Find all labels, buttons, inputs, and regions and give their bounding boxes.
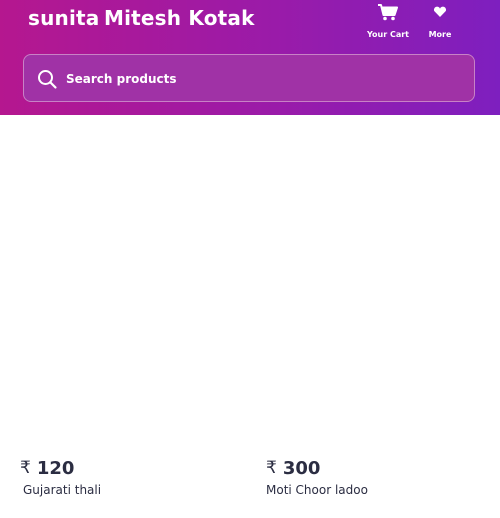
product-card-moti-choor-ladoo[interactable]: ₹ 300 Moti Choor ladoo: [266, 456, 486, 498]
heart-icon: [429, 2, 451, 22]
product-price: ₹ 120: [20, 456, 240, 480]
price-amount: 300: [282, 457, 321, 479]
price-amount: 120: [36, 457, 75, 479]
brand-subtitle: sunita: [28, 6, 100, 30]
product-name[interactable]: Gujarati thali: [23, 483, 240, 497]
rupee-symbol: ₹: [20, 458, 31, 478]
cart-icon: [377, 2, 399, 22]
product-name[interactable]: Moti Choor ladoo: [266, 483, 486, 497]
store-title[interactable]: Mitesh Kotak: [104, 6, 255, 30]
search-bar[interactable]: [23, 54, 475, 102]
search-input[interactable]: [64, 65, 468, 93]
cart-label: Your Cart: [366, 30, 410, 39]
product-price: ₹ 300: [266, 456, 486, 480]
search-icon: [36, 68, 58, 90]
more-label: More: [428, 30, 452, 39]
rupee-symbol: ₹: [266, 458, 277, 478]
more-button[interactable]: More: [412, 2, 468, 40]
your-cart-button[interactable]: Your Cart: [360, 2, 416, 40]
app-header: sunita Mitesh Kotak Your Cart More: [0, 0, 500, 115]
product-card-gujarati-thali[interactable]: ₹ 120 Gujarati thali: [20, 456, 240, 498]
